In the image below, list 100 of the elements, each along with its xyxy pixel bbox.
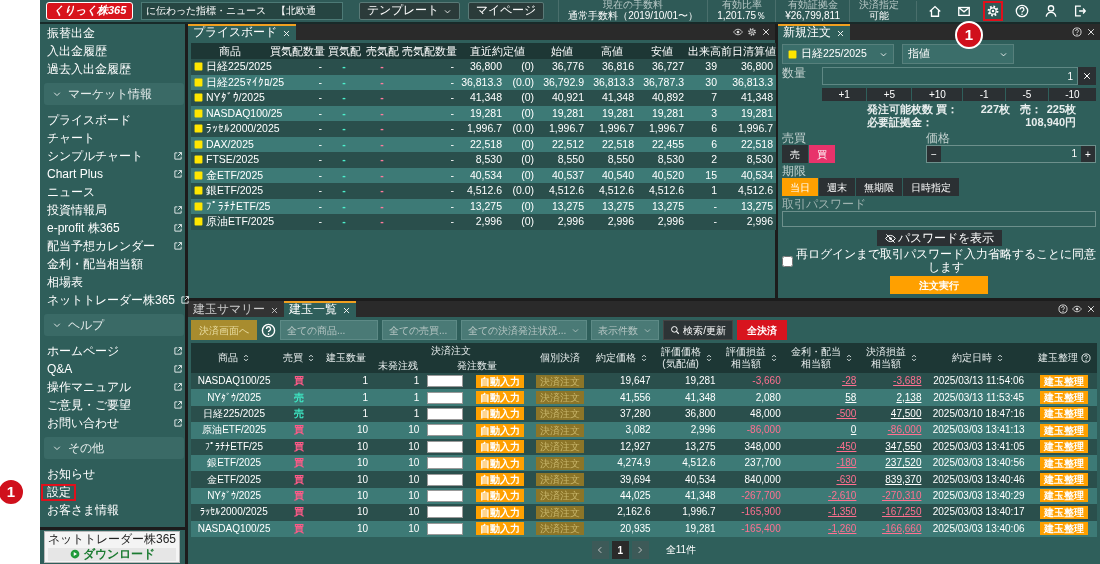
settle-all-button[interactable]: 全決済 [737, 320, 788, 340]
order-quantity-field[interactable] [427, 506, 464, 519]
order-quantity-field[interactable] [427, 473, 464, 486]
product-select[interactable]: 日経225/2025 [782, 44, 894, 64]
menu-link[interactable]: お客さま情報 [47, 503, 119, 517]
menu-link[interactable]: e-profit 株365 [47, 221, 120, 235]
column-header[interactable]: 商品 [191, 343, 278, 373]
menu-link[interactable]: 振替出金 [47, 26, 95, 40]
step-button[interactable]: +10 [912, 88, 963, 101]
section-header[interactable]: マーケット情報 [44, 83, 184, 105]
column-header[interactable]: 金利・配当 相当額 [784, 343, 861, 373]
help-icon[interactable] [1058, 304, 1068, 314]
column-header[interactable]: 売買 [277, 343, 321, 373]
menu-link[interactable]: 投資情報局 [47, 203, 107, 217]
show-password-button[interactable]: パスワードを表示 [876, 230, 1002, 247]
order-quantity-field[interactable] [427, 375, 464, 388]
menu-link[interactable]: 設定 [47, 485, 71, 499]
menu-link[interactable]: 相場表 [47, 275, 83, 289]
amount-link[interactable]: -450 [836, 440, 857, 452]
menu-link[interactable]: チャート [47, 131, 95, 145]
order-quantity-field[interactable] [427, 489, 464, 502]
tab[interactable]: プライスボード [188, 24, 296, 40]
order-quantity-field[interactable] [427, 522, 464, 535]
step-button[interactable]: -5 [1006, 88, 1048, 101]
eye-icon[interactable] [1072, 304, 1082, 314]
amount-link[interactable]: -28 [841, 375, 857, 387]
order-quantity-field[interactable] [427, 391, 464, 404]
price-stepper[interactable]: − 1 + [926, 145, 1096, 164]
column-header[interactable]: 約定日時 [925, 343, 1032, 373]
step-button[interactable]: +5 [867, 88, 912, 101]
menu-link[interactable]: お知らせ [47, 467, 95, 481]
logout-icon[interactable] [1073, 4, 1087, 18]
option-button[interactable]: 買 [809, 145, 835, 164]
close-icon[interactable] [1086, 27, 1096, 37]
menu-link[interactable]: ニュース [47, 185, 95, 199]
section-header[interactable]: ヘルプ [44, 314, 184, 336]
tab[interactable]: 新規注文 [778, 24, 850, 40]
order-quantity-field[interactable] [427, 440, 464, 453]
user-icon[interactable] [1044, 4, 1058, 18]
step-button[interactable]: +1 [822, 88, 867, 101]
menu-link[interactable]: 操作マニュアル [47, 380, 131, 394]
step-button[interactable]: -1 [963, 88, 1005, 101]
option-button[interactable]: 売 [782, 145, 808, 164]
close-icon[interactable] [342, 305, 351, 315]
menu-link[interactable]: 過去入出金履歴 [47, 62, 131, 76]
menu-link[interactable]: Q&A [47, 362, 73, 376]
column-header[interactable]: 建玉整理 [1031, 343, 1097, 373]
tab[interactable]: 建玉一覧 [284, 301, 356, 317]
dropdown-button[interactable]: テンプレート [359, 2, 461, 20]
menu-link[interactable]: Chart Plus [47, 167, 104, 181]
option-button[interactable]: 日時指定 [903, 178, 959, 197]
quantity-field[interactable]: 1 [822, 67, 1078, 85]
amount-link[interactable]: 58 [845, 391, 857, 403]
menu-link[interactable]: 金利・配当相当額 [47, 257, 143, 271]
agree-checkbox[interactable] [782, 255, 793, 267]
password-field[interactable] [782, 211, 1096, 228]
column-header[interactable]: 評価損益 相当額 [719, 343, 785, 373]
product-filter-field[interactable]: 全ての商品... [280, 320, 378, 340]
menu-link[interactable]: 配当予想カレンダー [47, 239, 155, 253]
home-icon[interactable] [928, 4, 942, 18]
menu-link[interactable]: ご意見・ご要望 [47, 398, 131, 412]
menu-link[interactable]: ネットトレーダー株365 [47, 293, 176, 307]
section-header[interactable]: その他 [44, 437, 184, 459]
order-quantity-field[interactable] [427, 457, 464, 470]
close-icon[interactable] [270, 305, 279, 315]
close-icon[interactable] [1086, 304, 1096, 314]
amount-link[interactable]: 0 [850, 424, 857, 436]
order-type-select[interactable]: 指値 [902, 44, 1014, 64]
option-button[interactable]: 無期限 [856, 178, 902, 197]
close-icon[interactable] [282, 28, 291, 38]
clear-button[interactable] [1078, 67, 1096, 85]
tab[interactable]: 建玉サマリー [188, 301, 284, 317]
menu-link[interactable]: シンプルチャート [47, 149, 143, 163]
menu-link[interactable]: ホームページ [47, 344, 119, 358]
amount-link[interactable]: -630 [836, 473, 857, 485]
order-quantity-field[interactable] [427, 407, 464, 420]
product-name: ﾗｯｾﾙ2000/2025 [206, 122, 280, 136]
column-header[interactable]: 約定価格 [589, 343, 655, 373]
menu-link[interactable]: プライスボード [47, 113, 131, 127]
amount-link[interactable]: -500 [836, 407, 857, 419]
close-icon[interactable] [836, 28, 845, 38]
download-button[interactable]: ネットトレーダー株365 ダウンロード [44, 531, 181, 563]
search-button[interactable]: 検索/更新 [663, 320, 734, 340]
settings-icon[interactable] [747, 27, 757, 37]
menu-link[interactable]: 入出金履歴 [47, 44, 107, 58]
increment-button[interactable]: + [1081, 146, 1095, 163]
help-icon[interactable] [1072, 27, 1082, 37]
column-header[interactable]: 評価価格 (気配値) [654, 343, 720, 373]
page-button[interactable]: 1 [611, 541, 629, 560]
side-filter-field[interactable]: 全ての売買... [382, 320, 457, 340]
option-button[interactable]: 週末 [819, 178, 855, 197]
order-quantity-field[interactable] [427, 424, 464, 437]
column-header[interactable]: 決済損益 相当額 [860, 343, 926, 373]
step-button[interactable]: -10 [1048, 88, 1096, 101]
decrement-button[interactable]: − [927, 146, 941, 163]
mail-icon[interactable] [957, 4, 971, 18]
close-icon[interactable] [761, 27, 771, 37]
menu-link[interactable]: お問い合わせ [47, 416, 119, 430]
eye-icon[interactable] [733, 27, 743, 37]
header-button[interactable]: マイページ [468, 2, 545, 20]
